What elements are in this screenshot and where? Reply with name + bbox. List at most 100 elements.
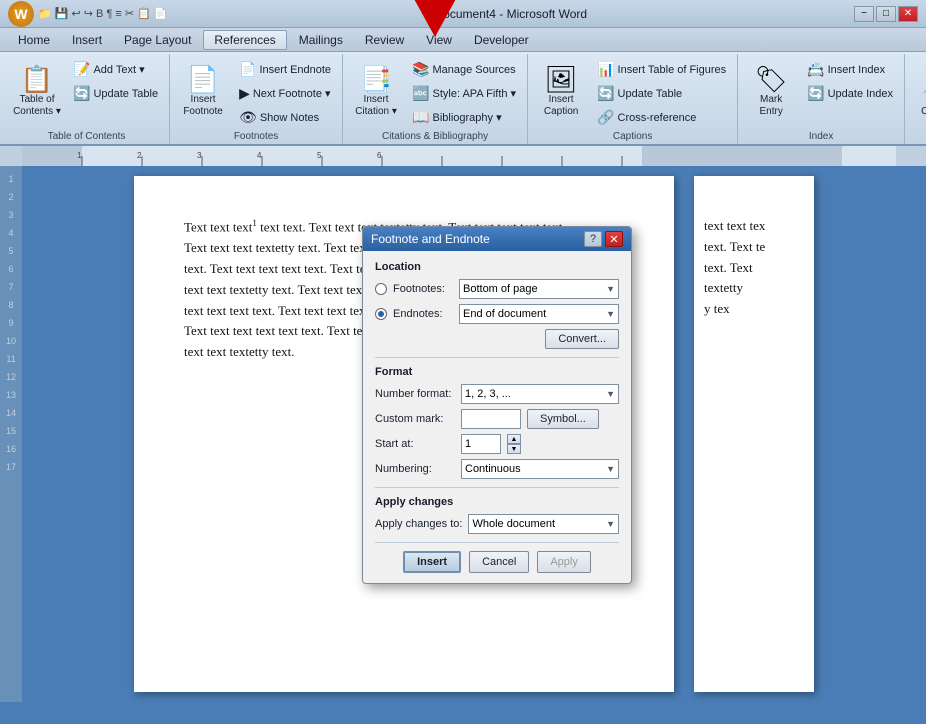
apply-to-label: Apply changes to: [375,518,462,530]
table-of-contents-button[interactable]: 📋 Table ofContents ▾ [10,58,64,124]
apply-to-arrow: ▼ [606,519,615,529]
mark-citation-button[interactable]: 📌 MarkCitation [911,58,926,124]
custom-mark-row: Custom mark: Symbol... [375,409,619,429]
menu-page-layout[interactable]: Page Layout [114,31,201,49]
menu-bar: Home Insert Page Layout References Maili… [0,28,926,52]
menu-references[interactable]: References [203,30,286,50]
insert-endnote-button[interactable]: 📄 Insert Endnote [234,58,336,81]
update-toc-icon: 🔄 [73,85,90,102]
next-footnote-button[interactable]: ▶ Next Footnote ▾ [234,82,336,105]
footnotes-radio[interactable] [375,283,387,295]
numbering-arrow: ▼ [606,464,615,474]
window-controls: − □ ✕ [854,6,918,22]
apply-changes-label: Apply changes [375,496,619,508]
start-at-row: Start at: ▲ ▼ [375,434,619,454]
custom-mark-input[interactable] [461,409,521,429]
line-num-9: 9 [8,314,13,332]
show-notes-button[interactable]: 👁 Show Notes [234,106,336,129]
title-bar: W 📁 💾 ↩ ↪ B ¶ ≡ ✂ 📋 📄 Document4 - Micros… [0,0,926,28]
manage-sources-button[interactable]: 📚 Manage Sources [407,58,521,81]
menu-home[interactable]: Home [8,31,60,49]
show-notes-label: Show Notes [260,112,319,124]
endnotes-radio-label: Endnotes: [393,308,453,320]
menu-review[interactable]: Review [355,31,414,49]
insert-index-button[interactable]: 📇 Insert Index [802,58,898,81]
apply-to-select[interactable]: Whole document ▼ [468,514,619,534]
dialog-close-button[interactable]: ✕ [605,231,623,247]
start-at-increment[interactable]: ▲ [507,434,521,444]
cross-ref-icon: 🔗 [597,109,614,126]
line-num-11: 11 [6,350,15,368]
svg-text:5: 5 [317,151,322,160]
cross-reference-button[interactable]: 🔗 Cross-reference [592,106,731,129]
ruler-svg: 1 2 3 4 5 6 [22,146,896,166]
update-index-button[interactable]: 🔄 Update Index [802,82,898,105]
update-table-captions-button[interactable]: 🔄 Update Table [592,82,731,105]
index-content: 🏷 MarkEntry 📇 Insert Index 🔄 Update Inde… [744,58,898,129]
svg-text:3: 3 [197,151,202,160]
svg-text:4: 4 [257,151,262,160]
endnotes-location-select[interactable]: End of document ▼ [459,304,619,324]
title-bar-left: W 📁 💾 ↩ ↪ B ¶ ≡ ✂ 📋 📄 [8,1,168,27]
start-at-decrement[interactable]: ▼ [507,444,521,454]
add-text-button[interactable]: 📝 Add Text ▾ [68,58,163,81]
table-figures-icon: 📊 [597,61,614,78]
insert-button[interactable]: Insert [403,551,461,573]
apply-button[interactable]: Apply [537,551,591,573]
citations-group-label: Citations & Bibliography [349,131,521,142]
close-button[interactable]: ✕ [898,6,918,22]
citation-icon: 📑 [360,66,392,92]
start-at-input[interactable] [461,434,501,454]
menu-insert[interactable]: Insert [62,31,112,49]
office-button[interactable]: W [8,1,34,27]
buttons-separator [375,542,619,543]
line-num-13: 13 [6,386,16,404]
index-group-label: Index [744,131,898,142]
number-format-row: Number format: 1, 2, 3, ... ▼ [375,384,619,404]
ribbon-group-citations: 📑 InsertCitation ▾ 📚 Manage Sources 🔤 St… [343,54,528,144]
numbering-select[interactable]: Continuous ▼ [461,459,619,479]
line-num-15: 15 [6,422,16,440]
line-num-10: 10 [6,332,16,350]
endnotes-select-arrow: ▼ [606,309,615,319]
minimize-button[interactable]: − [854,6,874,22]
caption-label: InsertCaption [544,94,578,118]
insert-citation-button[interactable]: 📑 InsertCitation ▾ [349,58,403,124]
mark-entry-button[interactable]: 🏷 MarkEntry [744,58,798,124]
insert-caption-button[interactable]: 🖼 InsertCaption [534,58,588,124]
toc-content: 📋 Table ofContents ▾ 📝 Add Text ▾ 🔄 Upda… [10,58,163,129]
window-title: Document4 - Microsoft Word [435,7,588,21]
dialog-help-button[interactable]: ? [584,231,602,247]
number-format-select[interactable]: 1, 2, 3, ... ▼ [461,384,619,404]
convert-button[interactable]: Convert... [545,329,619,349]
ribbon-group-index: 🏷 MarkEntry 📇 Insert Index 🔄 Update Inde… [738,54,905,144]
format-section-label: Format [375,366,619,378]
insert-index-label: Insert Index [828,64,885,76]
captions-content: 🖼 InsertCaption 📊 Insert Table of Figure… [534,58,731,129]
symbol-button[interactable]: Symbol... [527,409,599,429]
footnotes-radio-label: Footnotes: [393,283,453,295]
footnotes-location-select[interactable]: Bottom of page ▼ [459,279,619,299]
convert-btn-row: Convert... [375,329,619,349]
style-label: Style: APA Fifth ▾ [433,87,517,100]
insert-footnote-button[interactable]: 📄 InsertFootnote [176,58,230,124]
footnotes-location-value: Bottom of page [463,283,538,295]
style-button[interactable]: 🔤 Style: APA Fifth ▾ [407,82,521,105]
numbering-row: Numbering: Continuous ▼ [375,459,619,479]
format-separator [375,357,619,358]
restore-button[interactable]: □ [876,6,896,22]
endnotes-row: Endnotes: End of document ▼ [375,304,619,324]
menu-developer[interactable]: Developer [464,31,539,49]
bibliography-button[interactable]: 📖 Bibliography ▾ [407,106,521,129]
update-table-toc-button[interactable]: 🔄 Update Table [68,82,163,105]
line-num-17: 17 [6,458,16,476]
menu-mailings[interactable]: Mailings [289,31,353,49]
menu-view[interactable]: View [416,31,462,49]
endnotes-radio[interactable] [375,308,387,320]
number-format-arrow: ▼ [606,389,615,399]
cancel-button[interactable]: Cancel [469,551,529,573]
add-text-label: Add Text ▾ [93,63,144,76]
line-num-5: 5 [8,242,13,260]
dialog-action-buttons: Insert Cancel Apply [375,551,619,573]
insert-table-figures-button[interactable]: 📊 Insert Table of Figures [592,58,731,81]
